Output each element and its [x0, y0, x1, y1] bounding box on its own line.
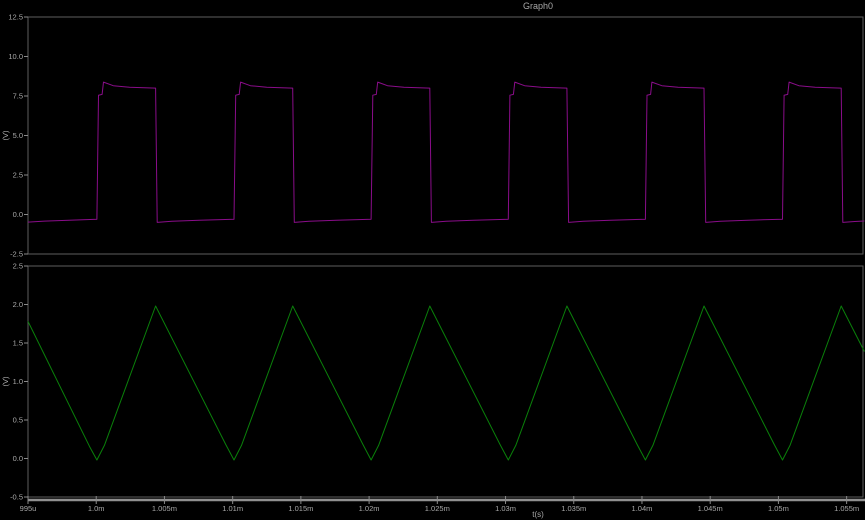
y-tick-label: 5.0: [13, 131, 23, 140]
x-tick-label: 1.01m: [222, 504, 243, 513]
y-tick-label: 7.5: [13, 92, 23, 101]
x-tick-label: 1.025m: [425, 504, 450, 513]
y-tick-label: 12.5: [8, 13, 23, 22]
x-tick-label: 1.045m: [698, 504, 723, 513]
bottom-panel-y-axis: 2.5 2.0 1.5 1.0 0.5 0.0 -0.5: [10, 262, 28, 502]
traces: [28, 82, 864, 460]
x-tick-label: 1.035m: [561, 504, 586, 513]
x-tick-label: 1.05m: [768, 504, 789, 513]
graph-title: Graph0: [523, 1, 553, 11]
x-tick-label: 1.055m: [834, 504, 859, 513]
x-axis-ticks: 995u 1.0m 1.005m 1.01m 1.015m 1.02m 1.025m 1.03…: [20, 496, 859, 513]
bottom-panel-plot-area[interactable]: [28, 266, 863, 497]
x-axis-label: t(s): [532, 510, 544, 519]
y-tick-label: 1.0: [13, 377, 23, 386]
top-panel-plot-area[interactable]: [28, 17, 863, 254]
graph-window: Graph0 (V) (V) 12.510.07.55.02.50.0-2.5 …: [0, 0, 865, 520]
x-tick-label: 995u: [20, 504, 37, 513]
y-tick-label: 10.0: [8, 52, 23, 61]
x-tick-label: 1.03m: [495, 504, 516, 513]
x-tick-label: 1.04m: [632, 504, 653, 513]
x-tick-label: 1.015m: [288, 504, 313, 513]
y-tick-label: 2.5: [13, 262, 23, 271]
y-tick-label: 1.5: [13, 339, 23, 348]
x-tick-label: 1.02m: [359, 504, 380, 513]
square-wave-output-trace[interactable]: [28, 82, 864, 222]
y-tick-label: 0.5: [13, 416, 23, 425]
y-tick-label: 2.0: [13, 300, 23, 309]
triangle-wave-trace[interactable]: [28, 306, 864, 460]
waveform-plot: Graph0 (V) (V) 12.510.07.55.02.50.0-2.5 …: [0, 0, 865, 520]
y-tick-label: 0.0: [13, 210, 23, 219]
x-tick-label: 1.005m: [152, 504, 177, 513]
bottom-panel-unit-label: (V): [1, 376, 10, 387]
top-panel-unit-label: (V): [1, 130, 10, 141]
top-panel-y-axis: 12.5 10.0 7.5 5.0 2.5 0.0 -2.5: [8, 13, 28, 259]
x-tick-label: 1.0m: [88, 504, 105, 513]
y-tick-label: 0.0: [13, 454, 23, 463]
y-tick-label: -0.5: [10, 493, 23, 502]
y-tick-label: 2.5: [13, 171, 23, 180]
y-tick-label: -2.5: [10, 250, 23, 259]
